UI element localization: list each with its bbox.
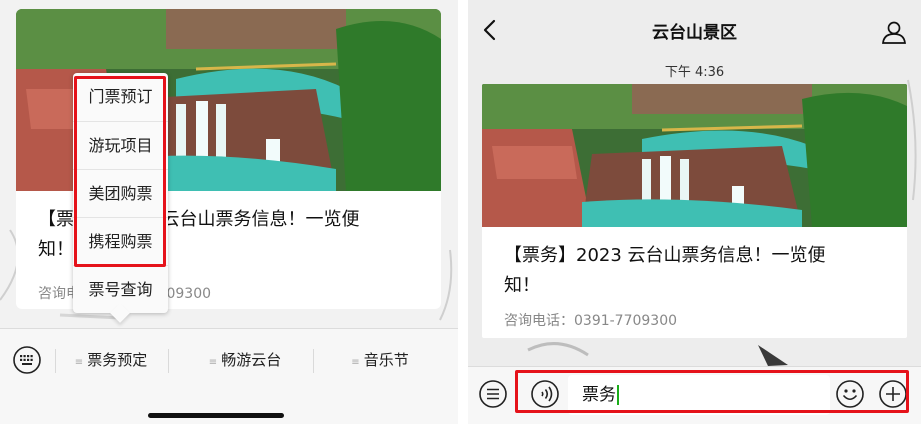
right-screenshot: 云台山景区 下午 4:36 【票务】2023 云台山票务信息！一览便 知！ 咨询… — [468, 0, 921, 424]
chat-header: 云台山景区 — [468, 0, 921, 60]
menu-tab-label: 票务预定 — [87, 351, 148, 369]
menu-lines-icon: ≡ — [208, 357, 218, 368]
voice-icon[interactable] — [530, 379, 560, 409]
submenu-item-meituan[interactable]: 美团购票 — [73, 169, 168, 217]
article-headline: 【票务】2023 云台山票务信息！一览便 知！ — [504, 241, 887, 301]
left-screenshot: 【票务】2023 云台山票务信息！一览便 知！ 咨询电话：0391-770930… — [0, 0, 458, 424]
message-input-text: 票务 — [582, 385, 616, 405]
home-indicator — [148, 413, 284, 418]
submenu-item-ctrip[interactable]: 携程购票 — [73, 217, 168, 265]
menu-tab-ticket-booking[interactable]: ≡ 票务预定 — [56, 345, 166, 375]
menu-tab-label: 音乐节 — [363, 351, 409, 369]
official-account-menu-bar: ≡ 票务预定 ≡ 畅游云台 ≡ 音乐节 — [0, 328, 458, 424]
menu-lines-icon: ≡ — [351, 357, 360, 368]
article-headline-line-2: 知！ — [504, 275, 540, 296]
menu-tab-label: 畅游云台 — [221, 351, 282, 369]
chat-title: 云台山景区 — [652, 23, 737, 43]
message-input[interactable]: 票务 — [568, 375, 830, 415]
submenu-item-ticket-booking[interactable]: 门票预订 — [73, 73, 168, 121]
menu-tab-music-festival[interactable]: ≡ 音乐节 — [330, 345, 430, 375]
submenu-item-attractions[interactable]: 游玩项目 — [73, 121, 168, 169]
panel-gap — [458, 0, 468, 424]
message-timestamp: 下午 4:36 — [664, 65, 725, 80]
article-card[interactable]: 【票务】2023 云台山票务信息！一览便 知！ 咨询电话：0391-770930… — [482, 84, 907, 338]
chat-input-bar: 票务 — [468, 366, 921, 424]
emoji-icon[interactable] — [835, 379, 865, 409]
text-caret — [617, 385, 619, 405]
divider — [313, 349, 314, 373]
divider — [168, 349, 169, 373]
menu-tab-tour-yuntai[interactable]: ≡ 畅游云台 — [190, 345, 300, 375]
article-contact: 咨询电话：0391-7709300 — [504, 313, 678, 329]
plus-icon[interactable] — [878, 379, 908, 409]
ticket-submenu: 门票预订 游玩项目 美团购票 携程购票 票号查询 — [73, 73, 168, 323]
menu-lines-icon: ≡ — [74, 357, 84, 368]
article-cover-image — [482, 84, 907, 227]
menu-toggle-icon[interactable] — [478, 379, 508, 409]
keyboard-icon[interactable] — [12, 345, 42, 375]
profile-icon[interactable] — [881, 20, 907, 44]
article-headline-line-1: 【票务】2023 云台山票务信息！一览便 — [504, 245, 826, 266]
